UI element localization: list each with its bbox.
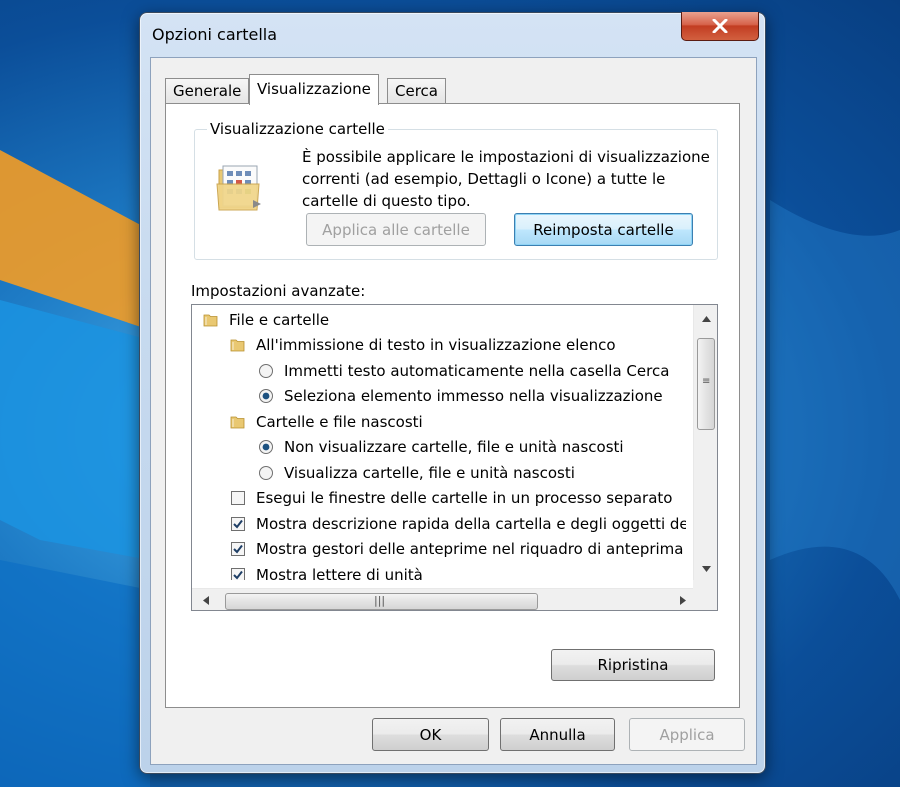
folder-icon <box>202 311 220 329</box>
title-bar[interactable]: Opzioni cartella <box>140 12 765 57</box>
advanced-settings-list[interactable]: File e cartelle All'immissione di testo i… <box>191 304 718 611</box>
checkbox-option-row[interactable]: Mostra gestori delle anteprime nel riqua… <box>229 537 683 562</box>
scroll-left-arrow-icon[interactable] <box>196 589 216 610</box>
folder-view-group: Visualizzazione cartelle È possibile app… <box>194 120 718 260</box>
checkbox-option-row[interactable]: Mostra descrizione rapida della cartella… <box>229 511 686 536</box>
window-title: Opzioni cartella <box>152 25 278 44</box>
checkbox-checked-icon[interactable] <box>229 540 247 558</box>
radio-option-row[interactable]: Seleziona elemento immesso nella visuali… <box>257 384 663 409</box>
tree-item-label: Immetti testo automaticamente nella case… <box>284 361 670 380</box>
horizontal-scroll-thumb[interactable]: ||| <box>225 593 538 610</box>
close-button[interactable] <box>681 12 759 41</box>
dialog-body: Generale Cerca Visualizzazione Visualizz… <box>150 57 757 765</box>
tree-item-label: Mostra lettere di unità <box>256 565 423 581</box>
tab-visualizzazione[interactable]: Visualizzazione <box>249 74 379 105</box>
advanced-settings-items: File e cartelle All'immissione di testo i… <box>192 305 686 580</box>
tree-item-label: Cartelle e file nascosti <box>256 412 423 431</box>
apply-to-folders-button[interactable]: Applica alle cartelle <box>306 213 486 246</box>
radio-unchecked-icon[interactable] <box>257 464 275 482</box>
folder-options-dialog: Opzioni cartella Generale Cerca Visualiz… <box>139 12 766 774</box>
tree-item-label: Mostra gestori delle anteprime nel riqua… <box>256 540 684 558</box>
checkbox-unchecked-icon[interactable] <box>229 489 247 507</box>
tab-panel-visualizzazione: Visualizzazione cartelle È possibile app… <box>165 103 740 708</box>
scroll-right-arrow-icon[interactable] <box>673 589 693 610</box>
checkbox-option-row[interactable]: Mostra lettere di unità <box>229 562 423 580</box>
tree-folder-row: All'immissione di testo in visualizzazio… <box>229 333 616 358</box>
tree-item-label: Seleziona elemento immesso nella visuali… <box>284 387 663 405</box>
tree-folder-row: Cartelle e file nascosti <box>229 409 423 434</box>
tree-item-label: All'immissione di testo in visualizzazio… <box>256 336 616 354</box>
scrollbar-corner <box>693 580 717 610</box>
scroll-down-arrow-icon[interactable] <box>694 559 717 579</box>
horizontal-scrollbar[interactable]: ||| <box>192 588 695 610</box>
close-icon <box>712 19 728 33</box>
checkbox-option-row[interactable]: Esegui le finestre delle cartelle in un … <box>229 486 672 511</box>
radio-option-row[interactable]: Visualizza cartelle, file e unità nascos… <box>257 460 575 485</box>
ok-button[interactable]: OK <box>372 718 489 751</box>
radio-option-row[interactable]: Immetti testo automaticamente nella case… <box>257 358 669 383</box>
radio-option-row[interactable]: Non visualizzare cartelle, file e unità … <box>257 435 624 460</box>
restore-defaults-button[interactable]: Ripristina <box>551 649 715 681</box>
tree-item-label: File e cartelle <box>229 310 330 329</box>
vertical-scrollbar[interactable]: ≡ <box>693 305 717 581</box>
folder-view-description: È possibile applicare le impostazioni di… <box>302 148 710 210</box>
apply-button[interactable]: Applica <box>629 718 745 751</box>
radio-checked-icon[interactable] <box>257 387 275 405</box>
group-legend: Visualizzazione cartelle <box>207 120 388 138</box>
checkbox-checked-icon[interactable] <box>229 566 247 580</box>
cancel-button[interactable]: Annulla <box>500 718 615 751</box>
folder-view-icon <box>216 165 261 211</box>
radio-unchecked-icon[interactable] <box>257 362 275 380</box>
folder-icon <box>229 413 247 431</box>
radio-checked-icon[interactable] <box>257 438 275 456</box>
folder-icon <box>229 336 247 354</box>
vertical-scroll-thumb[interactable]: ≡ <box>697 338 715 430</box>
tab-generale[interactable]: Generale <box>165 78 250 104</box>
reset-folders-button[interactable]: Reimposta cartelle <box>514 213 693 246</box>
scroll-up-arrow-icon[interactable] <box>694 307 717 331</box>
tree-folder-row: File e cartelle <box>202 307 329 332</box>
advanced-settings-label: Impostazioni avanzate: <box>191 282 366 300</box>
tree-item-label: Mostra descrizione rapida della cartella… <box>256 514 686 533</box>
tab-cerca[interactable]: Cerca <box>387 78 446 104</box>
tree-item-label: Esegui le finestre delle cartelle in un … <box>256 489 673 507</box>
tree-item-label: Non visualizzare cartelle, file e unità … <box>284 438 624 456</box>
tree-item-label: Visualizza cartelle, file e unità nascos… <box>284 463 575 482</box>
checkbox-checked-icon[interactable] <box>229 515 247 533</box>
